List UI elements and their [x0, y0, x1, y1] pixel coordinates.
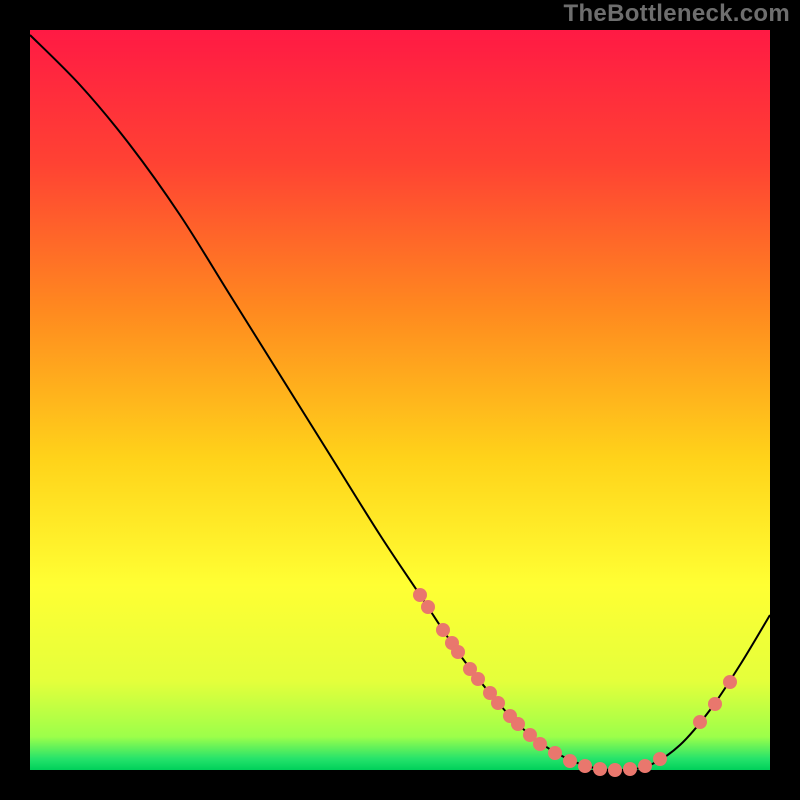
curve-marker	[421, 600, 435, 614]
curve-marker	[471, 672, 485, 686]
curve-marker	[491, 696, 505, 710]
gradient-background	[30, 30, 770, 770]
curve-marker	[548, 746, 562, 760]
curve-marker	[638, 759, 652, 773]
curve-marker	[451, 645, 465, 659]
curve-marker	[563, 754, 577, 768]
curve-marker	[623, 762, 637, 776]
attribution-label: TheBottleneck.com	[564, 0, 790, 28]
bottleneck-curve-chart	[0, 0, 800, 800]
curve-marker	[593, 762, 607, 776]
curve-marker	[723, 675, 737, 689]
curve-marker	[693, 715, 707, 729]
curve-marker	[608, 763, 622, 777]
curve-marker	[436, 623, 450, 637]
curve-marker	[578, 759, 592, 773]
curve-marker	[708, 697, 722, 711]
curve-marker	[511, 717, 525, 731]
chart-stage: TheBottleneck.com	[0, 0, 800, 800]
curve-marker	[413, 588, 427, 602]
curve-marker	[533, 737, 547, 751]
curve-marker	[653, 752, 667, 766]
